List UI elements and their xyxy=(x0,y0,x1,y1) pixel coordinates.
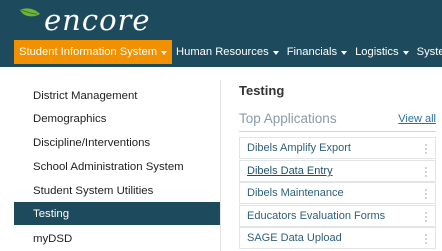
leaf-icon xyxy=(20,8,40,17)
nav-label: Logistics xyxy=(355,46,399,58)
nav-label: Financials xyxy=(286,46,338,58)
caret-down-icon xyxy=(161,50,168,55)
sidebar-item-testing[interactable]: Testing xyxy=(14,202,220,225)
caret-down-icon xyxy=(272,50,279,55)
app-item-label: SAGE Data Upload xyxy=(247,232,342,244)
sidebar-item-mydsd[interactable]: myDSD xyxy=(14,227,220,250)
app-item-label: Dibels Maintenance xyxy=(247,187,344,199)
nav-student-information-system[interactable]: Student Information System xyxy=(14,40,173,64)
app-item-dibels-amplify-export[interactable]: Dibels Amplify Export xyxy=(239,137,436,159)
sidebar-item-label: Demographics xyxy=(33,112,107,125)
app-item-label: Dibels Amplify Export xyxy=(247,142,351,154)
nav-label: System Administ xyxy=(416,46,442,58)
more-options-icon[interactable] xyxy=(425,189,427,199)
sidebar-item-discipline-interventions[interactable]: Discipline/Interventions xyxy=(14,131,220,154)
top-applications-header: Top Applications View all xyxy=(239,110,436,132)
caret-down-icon xyxy=(402,50,409,55)
more-options-icon[interactable] xyxy=(425,234,427,244)
sidebar-item-school-administration-system[interactable]: School Administration System xyxy=(14,155,220,178)
sidebar: District Management Demographics Discipl… xyxy=(14,67,220,251)
top-applications-title: Top Applications xyxy=(239,111,337,126)
app-item-label: Educators Evaluation Forms xyxy=(247,210,386,222)
sidebar-item-demographics[interactable]: Demographics xyxy=(14,107,220,130)
app-item-dibels-data-entry[interactable]: Dibels Data Entry xyxy=(239,160,436,182)
app-item-label: Dibels Data Entry xyxy=(247,165,333,177)
sidebar-item-label: Discipline/Interventions xyxy=(33,136,151,149)
app-item-sage-data-upload[interactable]: SAGE Data Upload xyxy=(239,227,436,249)
nav-system-administration[interactable]: System Administ xyxy=(413,40,442,64)
sidebar-item-label: District Management xyxy=(33,89,138,102)
page-title: Testing xyxy=(239,83,285,98)
more-options-icon[interactable] xyxy=(425,167,427,177)
nav-human-resources[interactable]: Human Resources xyxy=(172,40,283,64)
nav-label: Human Resources xyxy=(176,46,269,58)
brand-name: encore xyxy=(44,2,151,37)
column-divider xyxy=(220,80,221,251)
sidebar-item-district-management[interactable]: District Management xyxy=(14,84,220,107)
main-nav: Student Information System Human Resourc… xyxy=(14,40,442,64)
sidebar-item-label: myDSD xyxy=(33,232,73,245)
sidebar-item-label: Student System Utilities xyxy=(33,184,154,197)
sidebar-item-label: School Administration System xyxy=(33,160,184,173)
view-all-link[interactable]: View all xyxy=(398,113,436,125)
nav-logistics[interactable]: Logistics xyxy=(351,40,413,64)
app-header: encore Student Information System Human … xyxy=(0,0,442,67)
app-item-dibels-maintenance[interactable]: Dibels Maintenance xyxy=(239,182,436,204)
nav-label: Student Information System xyxy=(19,46,158,58)
more-options-icon[interactable] xyxy=(425,212,427,222)
app-item-educators-evaluation-forms[interactable]: Educators Evaluation Forms xyxy=(239,205,436,227)
caret-down-icon xyxy=(341,50,348,55)
more-options-icon[interactable] xyxy=(425,144,427,154)
sidebar-item-student-system-utilities[interactable]: Student System Utilities xyxy=(14,179,220,202)
brand-logo[interactable]: encore xyxy=(18,0,151,40)
sidebar-item-label: Testing xyxy=(33,207,70,220)
nav-financials[interactable]: Financials xyxy=(283,40,351,64)
